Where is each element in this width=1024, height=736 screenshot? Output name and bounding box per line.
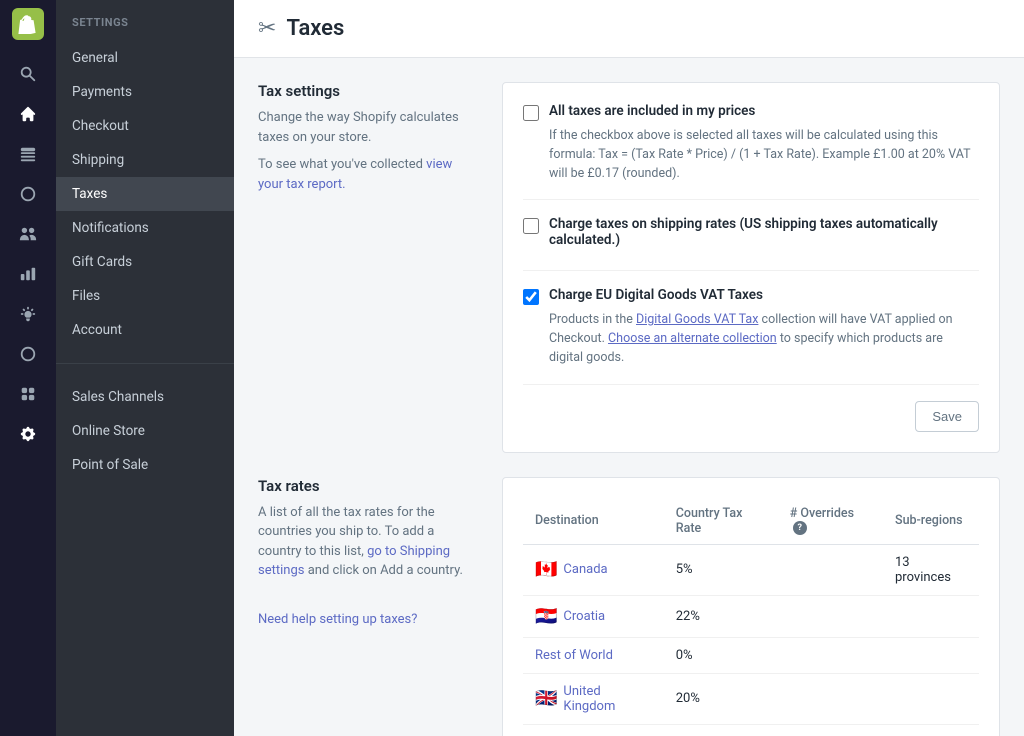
sidebar-item-payments[interactable]: Payments [56, 75, 234, 109]
nav-analytics-icon[interactable] [8, 256, 48, 292]
country-link-rest[interactable]: Rest of World [535, 648, 652, 663]
sidebar-item-account[interactable]: Account [56, 313, 234, 347]
tax-settings-desc2: To see what you've collected view your t… [258, 155, 478, 194]
table-row: 🇻🇳Vietnam 0% [523, 724, 979, 736]
country-link-croatia[interactable]: 🇭🇷Croatia [535, 606, 652, 627]
tax-settings-desc1: Change the way Shopify calculates taxes … [258, 108, 478, 147]
nav-customers-icon[interactable] [8, 216, 48, 252]
sidebar-item-shipping[interactable]: Shipping [56, 143, 234, 177]
tax-rates-table: Destination Country Tax Rate # Overrides… [523, 498, 979, 736]
checkbox-desc-3: Products in the Digital Goods VAT Tax co… [549, 311, 979, 367]
rate-croatia: 22% [664, 595, 778, 637]
nav-orders-icon[interactable] [8, 136, 48, 172]
tax-rates-card: Destination Country Tax Rate # Overrides… [502, 477, 1000, 736]
tax-rates-description: Tax rates A list of all the tax rates fo… [258, 477, 478, 736]
checkbox-desc-1: If the checkbox above is selected all ta… [549, 127, 979, 183]
subregions-croatia [883, 595, 979, 637]
subregions-rest [883, 637, 979, 673]
overrides-help-icon: ? [793, 521, 807, 535]
alternate-collection-link[interactable]: Choose an alternate collection [608, 331, 777, 346]
checkbox-row-3: Charge EU Digital Goods VAT Taxes Produc… [523, 287, 979, 384]
checkbox-row-2: Charge taxes on shipping rates (US shipp… [523, 216, 979, 271]
subregions-uk [883, 673, 979, 724]
tax-rates-title: Tax rates [258, 477, 478, 495]
table-row: 🇬🇧United Kingdom 20% [523, 673, 979, 724]
checkbox-label-3[interactable]: Charge EU Digital Goods VAT Taxes [523, 287, 979, 305]
overrides-vietnam [778, 724, 883, 736]
sidebar-item-online-store[interactable]: Online Store [56, 414, 234, 448]
taxes-icon: ✂ [258, 16, 276, 41]
flag-uk: 🇬🇧 [535, 688, 557, 709]
eu-vat-checkbox[interactable] [523, 289, 539, 305]
tax-settings-card: All taxes are included in my prices If t… [502, 82, 1000, 453]
subregions-vietnam [883, 724, 979, 736]
sidebar-item-taxes[interactable]: Taxes [56, 177, 234, 211]
nav-discounts-icon[interactable] [8, 336, 48, 372]
save-button[interactable]: Save [915, 401, 979, 432]
tax-settings-section: Tax settings Change the way Shopify calc… [258, 82, 1000, 453]
sidebar: SETTINGS General Payments Checkout Shipp… [56, 0, 234, 736]
col-subregions: Sub-regions [883, 498, 979, 545]
table-row: 🇨🇦Canada 5% 13 provinces [523, 544, 979, 595]
sidebar-item-sales-channels[interactable]: Sales Channels [56, 380, 234, 414]
col-destination: Destination [523, 498, 664, 545]
all-taxes-checkbox[interactable] [523, 105, 539, 121]
overrides-uk [778, 673, 883, 724]
tax-settings-footer: Save [523, 401, 979, 432]
nav-marketing-icon[interactable] [8, 296, 48, 332]
rate-uk: 20% [664, 673, 778, 724]
nav-home-icon[interactable] [8, 96, 48, 132]
rate-canada: 5% [664, 544, 778, 595]
col-overrides: # Overrides ? [778, 498, 883, 545]
checkbox-label-2[interactable]: Charge taxes on shipping rates (US shipp… [523, 216, 979, 248]
digital-goods-link[interactable]: Digital Goods VAT Tax [636, 312, 758, 327]
col-country-tax-rate: Country Tax Rate [664, 498, 778, 545]
content-area: Tax settings Change the way Shopify calc… [234, 58, 1024, 736]
sidebar-item-files[interactable]: Files [56, 279, 234, 313]
nav-search-icon[interactable] [8, 56, 48, 92]
help-link[interactable]: Need help setting up taxes? [258, 612, 417, 627]
subregions-canada: 13 provinces [883, 544, 979, 595]
overrides-canada [778, 544, 883, 595]
table-row: Rest of World 0% [523, 637, 979, 673]
overrides-croatia [778, 595, 883, 637]
sidebar-item-notifications[interactable]: Notifications [56, 211, 234, 245]
shipping-taxes-checkbox[interactable] [523, 218, 539, 234]
tax-rates-section: Tax rates A list of all the tax rates fo… [258, 477, 1000, 736]
rate-vietnam: 0% [664, 724, 778, 736]
main-content: ✂ Taxes Tax settings Change the way Shop… [234, 0, 1024, 736]
rate-rest: 0% [664, 637, 778, 673]
flag-canada: 🇨🇦 [535, 559, 557, 580]
checkbox-row-1: All taxes are included in my prices If t… [523, 103, 979, 200]
icon-bar [0, 0, 56, 736]
tax-rates-desc: A list of all the tax rates for the coun… [258, 503, 478, 581]
nav-settings-icon[interactable] [8, 416, 48, 452]
nav-apps-icon[interactable] [8, 376, 48, 412]
sidebar-item-gift-cards[interactable]: Gift Cards [56, 245, 234, 279]
country-link-uk[interactable]: 🇬🇧United Kingdom [535, 684, 652, 714]
nav-products-icon[interactable] [8, 176, 48, 212]
sidebar-item-checkout[interactable]: Checkout [56, 109, 234, 143]
tax-settings-description: Tax settings Change the way Shopify calc… [258, 82, 478, 453]
country-link-canada[interactable]: 🇨🇦Canada [535, 559, 652, 580]
shopify-logo[interactable] [12, 8, 44, 40]
flag-croatia: 🇭🇷 [535, 606, 557, 627]
sidebar-item-general[interactable]: General [56, 41, 234, 75]
page-title: Taxes [286, 16, 344, 41]
sidebar-item-point-of-sale[interactable]: Point of Sale [56, 448, 234, 482]
table-row: 🇭🇷Croatia 22% [523, 595, 979, 637]
sidebar-section-channels: Sales Channels Online Store Point of Sal… [56, 363, 234, 482]
overrides-rest [778, 637, 883, 673]
page-header: ✂ Taxes [234, 0, 1024, 58]
sidebar-title: SETTINGS [56, 16, 234, 41]
checkbox-label-1[interactable]: All taxes are included in my prices [523, 103, 979, 121]
tax-settings-title: Tax settings [258, 82, 478, 100]
